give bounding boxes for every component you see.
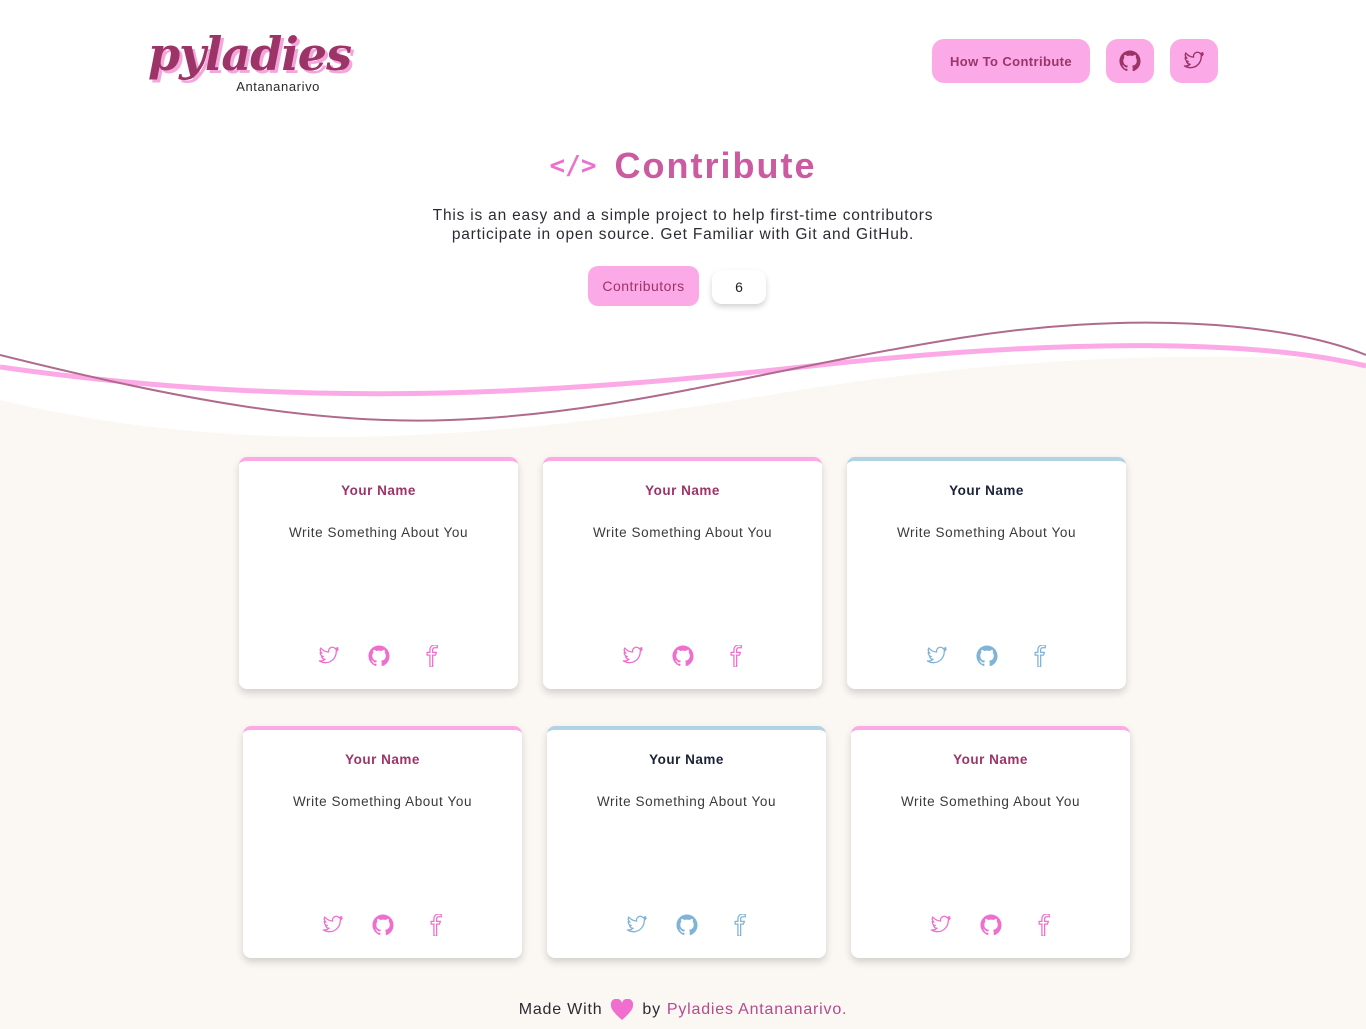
- page-title: Contribute: [614, 145, 817, 186]
- contributor-card: Your Name Write Something About You: [239, 457, 518, 689]
- twitter-icon[interactable]: [626, 914, 648, 936]
- contributor-card: Your Name Write Something About You: [847, 457, 1126, 689]
- footer-by: by: [642, 1001, 661, 1018]
- logo-wordmark: pyladies: [148, 27, 352, 81]
- card-about: Write Something About You: [896, 525, 1077, 540]
- card-socials: [543, 645, 822, 667]
- card-socials: [851, 914, 1130, 936]
- footer-made-with: Made With: [518, 1001, 603, 1018]
- github-icon[interactable]: [979, 914, 1002, 936]
- footer: Made With by Pyladies Antananarivo.: [0, 998, 1366, 1022]
- twitter-icon[interactable]: [622, 645, 644, 667]
- facebook-icon[interactable]: [1030, 914, 1052, 936]
- github-icon[interactable]: [975, 645, 998, 667]
- contributor-card: Your Name Write Something About You: [243, 726, 522, 958]
- github-icon[interactable]: [671, 645, 694, 667]
- card-name: Your Name: [953, 752, 1028, 767]
- card-about: Write Something About You: [900, 794, 1081, 809]
- card-socials: [847, 645, 1126, 667]
- footer-org-link[interactable]: Pyladies Antananarivo.: [667, 1001, 847, 1019]
- logo-subtitle: Antananarivo: [236, 79, 320, 94]
- heart-icon: [610, 999, 634, 1021]
- card-name: Your Name: [649, 752, 724, 767]
- contributor-card: Your Name Write Something About You: [543, 457, 822, 689]
- card-socials: [547, 914, 826, 936]
- card-name: Your Name: [949, 483, 1024, 498]
- card-name: Your Name: [341, 483, 416, 498]
- hero-description-line-2: participate in open source. Get Familiar…: [451, 226, 915, 243]
- twitter-icon: [1183, 51, 1204, 69]
- card-about: Write Something About You: [596, 794, 777, 809]
- facebook-icon[interactable]: [418, 645, 440, 667]
- card-socials: [239, 645, 518, 667]
- github-icon[interactable]: [367, 645, 390, 667]
- card-name: Your Name: [345, 752, 420, 767]
- how-to-contribute-button[interactable]: How To Contribute: [932, 39, 1090, 83]
- contributor-card: Your Name Write Something About You: [851, 726, 1130, 958]
- twitter-icon[interactable]: [322, 914, 344, 936]
- github-icon[interactable]: [371, 914, 394, 936]
- github-icon: [1119, 50, 1141, 72]
- hero-description-line-1: This is an easy and a simple project to …: [432, 207, 934, 224]
- facebook-icon[interactable]: [726, 914, 748, 936]
- code-icon: </>: [549, 151, 597, 181]
- card-about: Write Something About You: [288, 525, 469, 540]
- facebook-icon[interactable]: [422, 914, 444, 936]
- contributors-count: 6: [712, 270, 766, 304]
- twitter-icon[interactable]: [930, 914, 952, 936]
- card-about: Write Something About You: [292, 794, 473, 809]
- facebook-icon[interactable]: [1026, 645, 1048, 667]
- card-socials: [243, 914, 522, 936]
- hero-description: This is an easy and a simple project to …: [383, 206, 983, 244]
- github-icon[interactable]: [675, 914, 698, 936]
- card-name: Your Name: [645, 483, 720, 498]
- site-logo[interactable]: pyladies Antananarivo: [148, 26, 352, 98]
- card-about: Write Something About You: [592, 525, 773, 540]
- page-heading: </> Contribute: [0, 142, 1366, 190]
- contributor-card: Your Name Write Something About You: [547, 726, 826, 958]
- twitter-icon[interactable]: [926, 645, 948, 667]
- facebook-icon[interactable]: [722, 645, 744, 667]
- github-nav-button[interactable]: [1106, 39, 1154, 83]
- twitter-icon[interactable]: [318, 645, 340, 667]
- twitter-nav-button[interactable]: [1170, 39, 1218, 83]
